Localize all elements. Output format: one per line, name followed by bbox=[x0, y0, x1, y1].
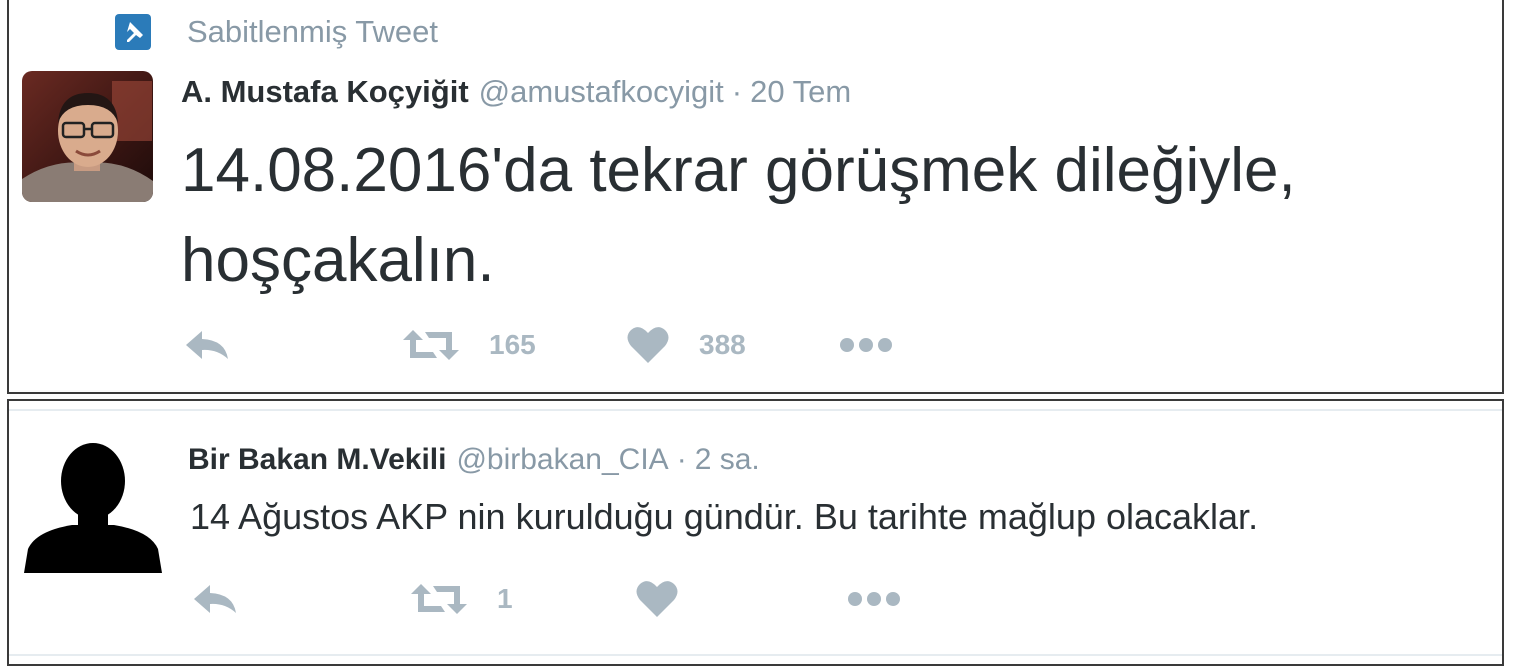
retweet-count: 165 bbox=[489, 329, 536, 360]
tweet-card[interactable]: Bir Bakan M.Vekili @birbakan_CIA · 2 sa.… bbox=[7, 399, 1504, 666]
heart-icon bbox=[627, 327, 669, 363]
tweet-text: 14.08.2016'da tekrar görüşmek dileğiyle,… bbox=[181, 136, 1296, 295]
tweet-header: A. Mustafa Koçyiğit @amustafkocyigit · 2… bbox=[181, 74, 851, 110]
pinned-label-text: Sabitlenmiş Tweet bbox=[187, 14, 438, 49]
reply-button[interactable] bbox=[184, 320, 230, 370]
author-name[interactable]: Bir Bakan M.Vekili bbox=[188, 443, 446, 477]
retweet-icon bbox=[403, 330, 459, 360]
divider bbox=[9, 654, 1502, 656]
like-count: 388 bbox=[699, 329, 746, 360]
retweet-count: 1 bbox=[497, 583, 513, 614]
heart-icon bbox=[636, 581, 678, 617]
avatar[interactable] bbox=[22, 443, 164, 573]
separator: · bbox=[676, 443, 687, 476]
author-name[interactable]: A. Mustafa Koçyiğit bbox=[181, 74, 469, 110]
author-handle[interactable]: @birbakan_CIA bbox=[456, 443, 668, 477]
tweet-timestamp[interactable]: 2 sa. bbox=[695, 443, 760, 477]
divider bbox=[9, 409, 1502, 411]
reply-icon bbox=[194, 585, 236, 613]
pin-icon bbox=[115, 14, 151, 50]
reply-button[interactable] bbox=[192, 574, 238, 624]
like-button[interactable] bbox=[636, 574, 678, 624]
avatar[interactable] bbox=[22, 71, 153, 202]
tweet-text: 14 Ağustos AKP nin kurulduğu gündür. Bu … bbox=[190, 496, 1259, 537]
pinned-tweet-card[interactable]: Sabitlenmiş Tweet A. Mustafa Koçyiğit @a… bbox=[7, 0, 1504, 394]
tweet-actions: 165 388 bbox=[9, 320, 1502, 370]
tweet-actions: 1 bbox=[9, 574, 1502, 624]
more-icon bbox=[840, 338, 892, 352]
tweet-header: Bir Bakan M.Vekili @birbakan_CIA · 2 sa. bbox=[188, 443, 760, 477]
author-handle[interactable]: @amustafkocyigit bbox=[479, 74, 724, 110]
retweet-button[interactable]: 1 bbox=[411, 574, 513, 624]
more-button[interactable] bbox=[847, 574, 901, 624]
pinned-label: Sabitlenmiş Tweet bbox=[115, 14, 438, 50]
tweet-timestamp[interactable]: 20 Tem bbox=[750, 74, 851, 110]
retweet-icon bbox=[411, 584, 467, 614]
reply-icon bbox=[186, 331, 228, 359]
retweet-button[interactable]: 165 bbox=[403, 320, 536, 370]
separator: · bbox=[731, 74, 743, 109]
like-button[interactable]: 388 bbox=[627, 320, 746, 370]
more-icon bbox=[848, 592, 900, 606]
more-button[interactable] bbox=[839, 320, 893, 370]
